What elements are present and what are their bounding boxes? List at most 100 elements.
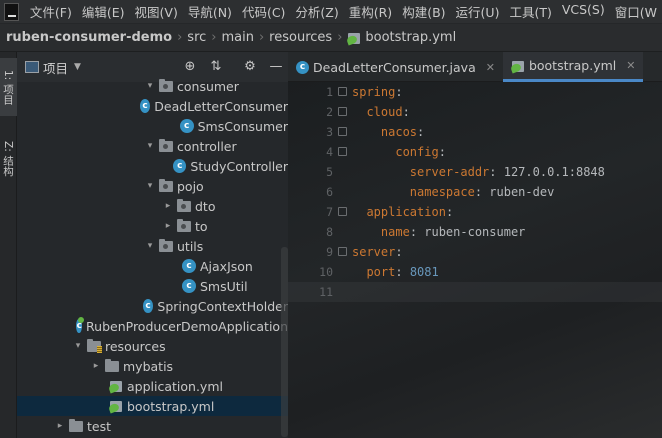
code-line: 3 nacos: (288, 122, 662, 142)
breadcrumb-file[interactable]: bootstrap.yml (365, 30, 456, 45)
tree-label: test (87, 418, 112, 434)
fold-marker-icon[interactable] (338, 147, 347, 156)
collapse-all-icon[interactable]: ⇅ (207, 58, 225, 76)
tree-row[interactable]: c DeadLetterConsumer (17, 96, 288, 116)
tree-row[interactable]: bootstrap.yml (17, 396, 288, 416)
chevron-down-icon[interactable]: ▾ (145, 181, 155, 191)
menu-item[interactable]: 文件(F) (25, 2, 77, 21)
tab-bootstrap-yml[interactable]: bootstrap.yml ✕ (502, 52, 644, 82)
tree-label: SmsConsumer (197, 118, 288, 134)
code-text: application: (352, 202, 453, 222)
chevron-down-icon[interactable]: ▾ (145, 241, 155, 251)
yaml-text (352, 165, 410, 179)
code-line: 7 application: (288, 202, 662, 222)
menu-item[interactable]: 窗口(W (610, 2, 662, 21)
yaml-text (352, 205, 366, 219)
tree-row[interactable]: ▸ test (17, 416, 288, 436)
tree-row[interactable]: application.yml (17, 376, 288, 396)
line-number: 7 (326, 205, 333, 219)
tree-label: DeadLetterConsumer (154, 98, 288, 114)
fold-marker-icon[interactable] (338, 247, 347, 256)
code-text: config: (352, 142, 446, 162)
panel-title[interactable]: 项目 (43, 58, 68, 77)
menu-item[interactable]: 构建(B) (397, 2, 450, 21)
tree-row[interactable]: c AjaxJson (17, 256, 288, 276)
menu-item[interactable]: 运行(U) (451, 2, 505, 21)
chevron-down-icon[interactable]: ▾ (73, 341, 83, 351)
panel-scrollbar[interactable] (281, 247, 288, 437)
line-number: 11 (319, 285, 333, 299)
yaml-text (352, 125, 381, 139)
line-number: 1 (326, 85, 333, 99)
fold-marker-icon[interactable] (338, 107, 347, 116)
breadcrumb-src[interactable]: src (187, 30, 206, 45)
tool-tab-structure[interactable]: Z: 结构 (0, 130, 17, 188)
fold-marker-icon[interactable] (338, 127, 347, 136)
tree-row[interactable]: c SpringContextHolder (17, 296, 288, 316)
chevron-down-icon[interactable]: ▾ (145, 141, 155, 151)
breadcrumb-separator: › (337, 30, 343, 45)
package-icon (159, 78, 173, 92)
yaml-text (352, 185, 410, 199)
chevron-right-icon[interactable]: ▸ (163, 221, 173, 231)
gear-icon[interactable]: ⚙ (241, 58, 259, 76)
locate-file-icon[interactable]: ⊕ (181, 58, 199, 76)
line-number: 3 (326, 125, 333, 139)
tree-label: SmsUtil (200, 278, 248, 294)
code-line: 9 server: (288, 242, 662, 262)
tab-deadletterconsumer[interactable]: c DeadLetterConsumer.java ✕ (288, 52, 503, 82)
tree-label: controller (177, 138, 237, 154)
class-icon: c (142, 299, 154, 313)
yaml-text (352, 105, 366, 119)
tree-row[interactable]: c StudyController (17, 156, 288, 176)
code-line: 8 name: ruben-consumer (288, 222, 662, 242)
tree-row[interactable]: ▸ mybatis (17, 356, 288, 376)
chevron-right-icon[interactable]: ▸ (91, 361, 101, 371)
tree-row[interactable]: c RubenProducerDemoApplication (17, 316, 288, 336)
menu-item[interactable]: 代码(C) (237, 2, 290, 21)
tree-row[interactable]: ▾ consumer (17, 76, 288, 96)
chevron-right-icon[interactable]: ▸ (163, 201, 173, 211)
yaml-text: : 127.0.0.1:8848 (489, 165, 605, 179)
yaml-key: server (352, 245, 396, 259)
close-icon[interactable]: ✕ (486, 61, 495, 74)
hide-panel-icon[interactable]: — (267, 58, 285, 76)
chevron-down-icon[interactable]: ▼ (74, 62, 81, 72)
menu-item[interactable]: 导航(N) (183, 2, 237, 21)
menu-item[interactable]: 视图(V) (130, 2, 183, 21)
class-icon: c (173, 159, 187, 173)
line-number: 10 (319, 265, 333, 279)
menu-item[interactable]: 重构(R) (344, 2, 397, 21)
menu-item[interactable]: 工具(T) (504, 2, 556, 21)
tree-row[interactable]: ▾ controller (17, 136, 288, 156)
code-text: server: (352, 242, 403, 262)
fold-marker-icon[interactable] (338, 207, 347, 216)
tree-label: utils (177, 238, 204, 254)
close-icon[interactable]: ✕ (626, 59, 635, 72)
tree-label: RubenProducerDemoApplication (86, 318, 288, 334)
tree-row[interactable]: ▾ resources (17, 336, 288, 356)
tree-row[interactable]: c SmsConsumer (17, 116, 288, 136)
code-area[interactable]: 1 spring: 2 cloud: 3 nacos: 4 config: 5 serve… (288, 82, 662, 438)
menu-item[interactable]: 分析(Z) (290, 2, 343, 21)
tree-row[interactable]: ▾ utils (17, 236, 288, 256)
package-icon (159, 178, 173, 192)
fold-marker-icon[interactable] (338, 87, 347, 96)
yml-file-icon (511, 59, 525, 73)
editor-tabs: c DeadLetterConsumer.java ✕ bootstrap.ym… (288, 52, 662, 82)
tree-row[interactable]: ▾ pojo (17, 176, 288, 196)
breadcrumb-project[interactable]: ruben-consumer-demo (6, 30, 172, 45)
tree-row[interactable]: c SmsUtil (17, 276, 288, 296)
menu-item[interactable]: VCS(S) (557, 2, 610, 21)
menu-item[interactable]: 编辑(E) (77, 2, 130, 21)
tree-row[interactable]: ▸ to (17, 216, 288, 236)
chevron-down-icon[interactable]: ▾ (145, 81, 155, 91)
yaml-text: : ruben-consumer (409, 225, 526, 239)
code-text: cloud: (352, 102, 409, 122)
breadcrumb-main[interactable]: main (221, 30, 253, 45)
package-icon (159, 138, 173, 152)
breadcrumb-resources[interactable]: resources (269, 30, 332, 45)
chevron-right-icon[interactable]: ▸ (55, 421, 65, 431)
tree-row[interactable]: ▸ dto (17, 196, 288, 216)
tool-tab-project[interactable]: 1: 项目 (0, 58, 17, 116)
